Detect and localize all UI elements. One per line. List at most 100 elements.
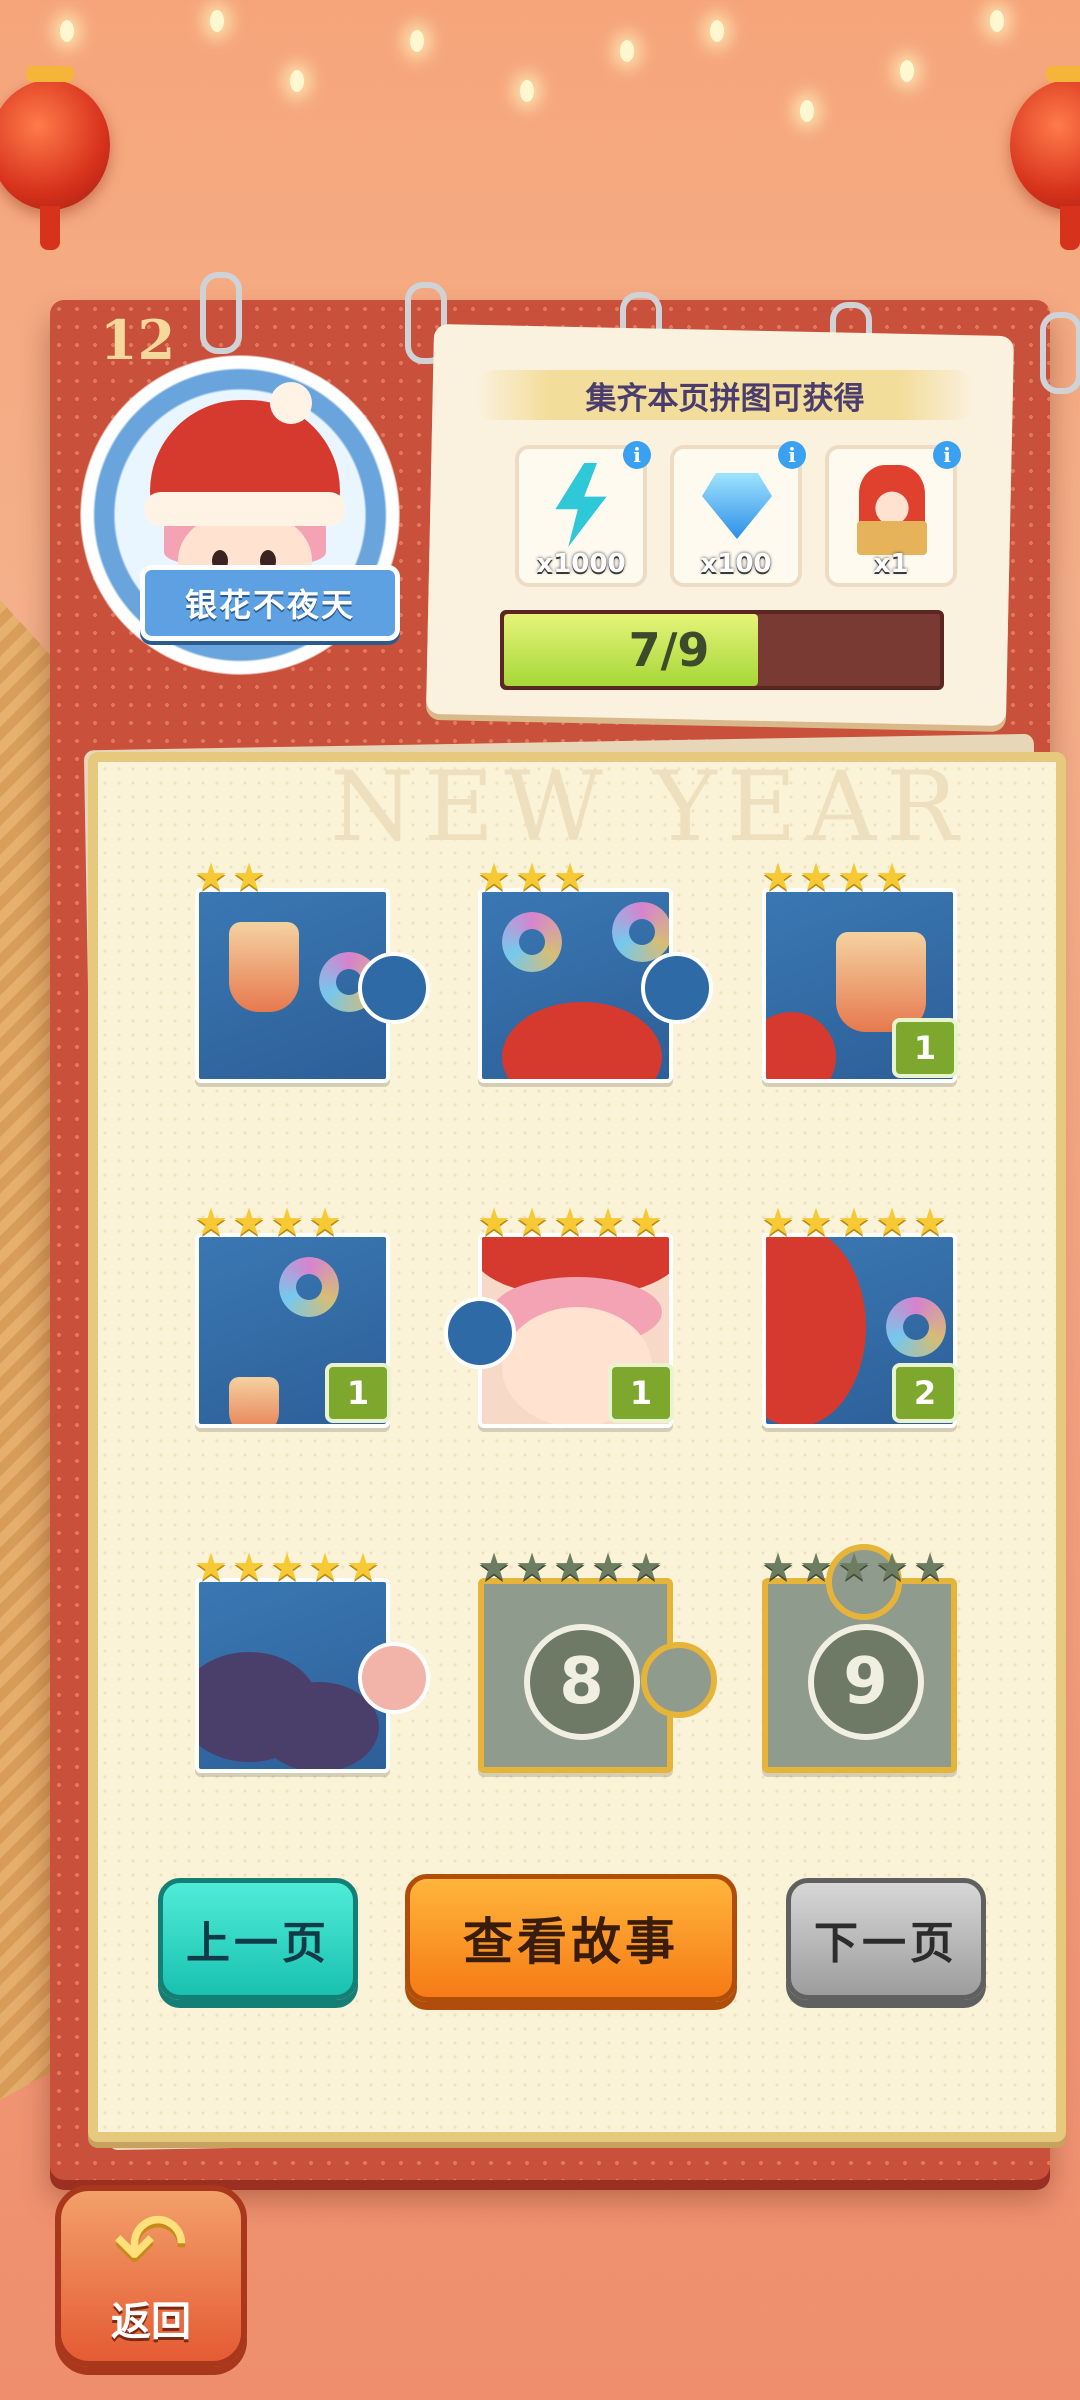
puzzle-piece-7[interactable]: [195, 1578, 430, 1773]
star-icon: ★: [231, 1545, 267, 1589]
light-bulb: [800, 100, 814, 122]
character-name-banner: 银花不夜天: [140, 565, 400, 641]
watermark-text: NEW YEAR: [330, 751, 969, 863]
star-icon: ★: [760, 1545, 796, 1589]
view-story-button[interactable]: 查看故事: [405, 1874, 737, 2002]
info-icon[interactable]: i: [623, 441, 651, 469]
piece-number: 8: [523, 1623, 640, 1740]
piece-count-badge: 1: [325, 1363, 391, 1423]
star-icon: ★: [476, 1200, 512, 1244]
cloud: [259, 1682, 379, 1769]
star-icon: ★: [798, 855, 834, 899]
binder-ring: [1040, 312, 1080, 394]
puzzle-knob: [358, 1642, 430, 1714]
star-icon: ★: [836, 855, 872, 899]
light-bulb: [990, 10, 1004, 32]
hat: [502, 1002, 662, 1079]
star-icon: ★: [552, 1545, 588, 1589]
reward-count: x1: [873, 549, 909, 579]
puzzle-knob: [641, 952, 713, 1024]
star-icon: ★: [628, 1200, 664, 1244]
back-button[interactable]: ↶ 返回: [55, 2185, 247, 2367]
progress-label: 7/9: [628, 623, 710, 677]
star-icon: ★: [345, 1545, 381, 1589]
star-icon: ★: [269, 1545, 305, 1589]
sky-lantern: [229, 922, 299, 1012]
puzzle-knob: [641, 1642, 717, 1718]
hat: [766, 1237, 866, 1424]
star-rating: ★ ★ ★ ★ ★: [759, 1203, 949, 1243]
puzzle-piece-3[interactable]: 1: [762, 888, 958, 1083]
sky-lantern: [836, 932, 926, 1032]
star-icon: ★: [269, 1200, 305, 1244]
star-icon: ★: [912, 1545, 948, 1589]
star-icon: ★: [798, 1200, 834, 1244]
star-icon: ★: [874, 855, 910, 899]
light-bulb: [520, 80, 534, 102]
star-icon: ★: [590, 1200, 626, 1244]
star-rating: ★ ★ ★ ★ ★: [475, 1548, 665, 1588]
puzzle-piece-6[interactable]: 2: [762, 1233, 958, 1428]
light-bulb: [900, 60, 914, 82]
collection-progress-bar: 7/9: [500, 610, 944, 690]
light-bulb: [290, 70, 304, 92]
firework: [502, 912, 562, 972]
star-icon: ★: [874, 1200, 910, 1244]
hat-pom: [270, 382, 312, 424]
star-icon: ★: [552, 1200, 588, 1244]
star-icon: ★: [590, 1545, 626, 1589]
star-rating: ★ ★ ★ ★ ★: [192, 1548, 382, 1588]
page-number: 12: [100, 308, 176, 372]
star-icon: ★: [912, 1200, 948, 1244]
star-rating: ★ ★: [192, 858, 268, 898]
star-icon: ★: [798, 1545, 834, 1589]
locked-puzzle-piece-8[interactable]: 8: [478, 1578, 717, 1773]
info-icon[interactable]: i: [933, 441, 961, 469]
piece-count-badge: 1: [608, 1363, 674, 1423]
next-page-button[interactable]: 下一页: [786, 1878, 986, 2000]
puzzle-knob: [444, 1297, 516, 1369]
star-icon: ★: [307, 1200, 343, 1244]
star-rating: ★ ★ ★ ★: [759, 858, 911, 898]
firework: [279, 1257, 339, 1317]
reward-count: x100: [700, 549, 772, 579]
locked-puzzle-piece-9[interactable]: 9: [762, 1544, 957, 1773]
star-icon: ★: [193, 855, 229, 899]
previous-page-button[interactable]: 上一页: [158, 1878, 358, 2000]
star-icon: ★: [874, 1545, 910, 1589]
energy-bolt-icon: [555, 463, 607, 547]
star-rating: ★ ★ ★ ★ ★: [475, 1203, 665, 1243]
star-icon: ★: [193, 1200, 229, 1244]
star-icon: ★: [552, 855, 588, 899]
firework: [612, 902, 669, 962]
star-icon: ★: [760, 1200, 796, 1244]
reward-item-energy[interactable]: x1000 i: [515, 441, 651, 587]
lantern-left-decoration: [0, 66, 110, 250]
star-rating: ★ ★ ★ ★ ★: [759, 1548, 949, 1588]
star-icon: ★: [514, 855, 550, 899]
puzzle-piece-1[interactable]: [195, 888, 430, 1083]
piece-number: 9: [807, 1623, 924, 1740]
star-icon: ★: [193, 1545, 229, 1589]
reward-item-jester-box[interactable]: x1 i: [825, 441, 961, 587]
firework: [886, 1297, 946, 1357]
piece-count-badge: 2: [892, 1363, 958, 1423]
star-icon: ★: [836, 1200, 872, 1244]
star-icon: ★: [514, 1545, 550, 1589]
light-bulb: [710, 20, 724, 42]
light-bulb: [620, 40, 634, 62]
puzzle-piece-4[interactable]: 1: [195, 1233, 391, 1428]
info-icon[interactable]: i: [778, 441, 806, 469]
hat-fur: [144, 492, 346, 526]
sky-lantern: [229, 1377, 279, 1424]
star-icon: ★: [307, 1545, 343, 1589]
diamond-icon: [702, 473, 772, 539]
hat: [766, 1012, 836, 1079]
light-bulb: [210, 10, 224, 32]
reward-item-diamond[interactable]: x100 i: [670, 441, 806, 587]
puzzle-piece-5[interactable]: 1: [444, 1233, 674, 1428]
star-icon: ★: [476, 855, 512, 899]
star-rating: ★ ★ ★ ★: [192, 1203, 344, 1243]
puzzle-piece-2[interactable]: [478, 888, 713, 1083]
star-icon: ★: [476, 1545, 512, 1589]
